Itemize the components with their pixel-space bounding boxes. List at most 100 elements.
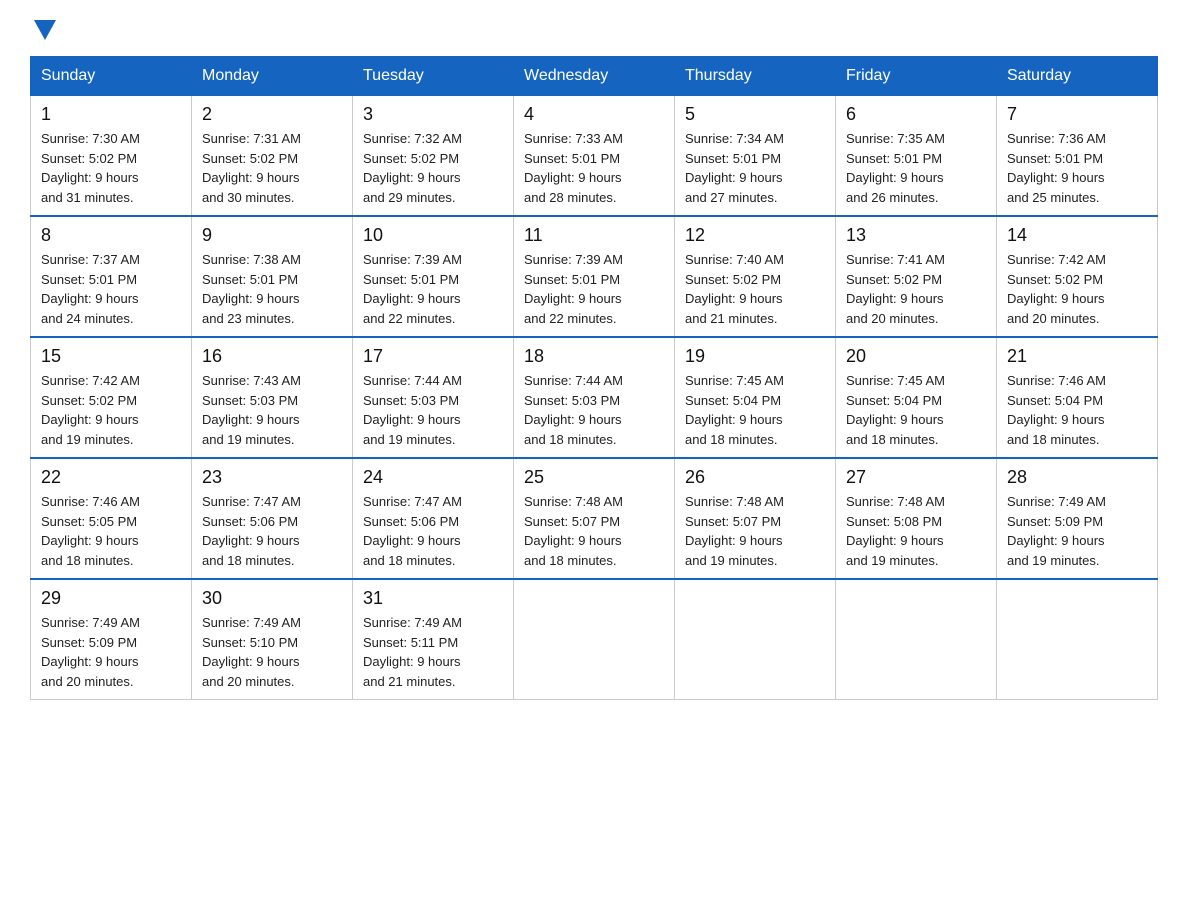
- column-header-saturday: Saturday: [997, 57, 1158, 96]
- calendar-week-row: 22 Sunrise: 7:46 AMSunset: 5:05 PMDayligh…: [31, 458, 1158, 579]
- calendar-cell: 7 Sunrise: 7:36 AMSunset: 5:01 PMDaylight…: [997, 96, 1158, 217]
- day-number: 13: [846, 225, 986, 246]
- day-number: 12: [685, 225, 825, 246]
- day-info: Sunrise: 7:47 AMSunset: 5:06 PMDaylight:…: [363, 492, 503, 570]
- day-number: 25: [524, 467, 664, 488]
- calendar-cell: 13Sunrise: 7:41 AMSunset: 5:02 PMDayligh…: [836, 216, 997, 337]
- calendar-cell: 12 Sunrise: 7:40 AMSunset: 5:02 PMDayligh…: [675, 216, 836, 337]
- day-number: 8: [41, 225, 181, 246]
- calendar-cell: 2Sunrise: 7:31 AMSunset: 5:02 PMDaylight…: [192, 96, 353, 217]
- calendar-cell: [675, 579, 836, 700]
- day-info: Sunrise: 7:30 AMSunset: 5:02 PMDaylight:…: [41, 129, 181, 207]
- day-info: Sunrise: 7:43 AMSunset: 5:03 PMDaylight:…: [202, 371, 342, 449]
- calendar-header-row: SundayMondayTuesdayWednesdayThursdayFrid…: [31, 57, 1158, 96]
- logo: [30, 20, 56, 36]
- day-number: 7: [1007, 104, 1147, 125]
- day-number: 17: [363, 346, 503, 367]
- calendar-cell: 24Sunrise: 7:47 AMSunset: 5:06 PMDayligh…: [353, 458, 514, 579]
- calendar-table: SundayMondayTuesdayWednesdayThursdayFrid…: [30, 56, 1158, 700]
- day-info: Sunrise: 7:46 AMSunset: 5:05 PMDaylight:…: [41, 492, 181, 570]
- day-info: Sunrise: 7:38 AMSunset: 5:01 PMDaylight:…: [202, 250, 342, 328]
- day-info: Sunrise: 7:39 AMSunset: 5:01 PMDaylight:…: [363, 250, 503, 328]
- day-number: 23: [202, 467, 342, 488]
- calendar-cell: 1 Sunrise: 7:30 AMSunset: 5:02 PMDaylight…: [31, 96, 192, 217]
- day-info: Sunrise: 7:44 AMSunset: 5:03 PMDaylight:…: [363, 371, 503, 449]
- calendar-week-row: 15 Sunrise: 7:42 AMSunset: 5:02 PMDayligh…: [31, 337, 1158, 458]
- day-info: Sunrise: 7:32 AMSunset: 5:02 PMDaylight:…: [363, 129, 503, 207]
- day-info: Sunrise: 7:45 AMSunset: 5:04 PMDaylight:…: [846, 371, 986, 449]
- day-number: 1: [41, 104, 181, 125]
- day-number: 30: [202, 588, 342, 609]
- day-number: 4: [524, 104, 664, 125]
- day-number: 20: [846, 346, 986, 367]
- calendar-cell: 22 Sunrise: 7:46 AMSunset: 5:05 PMDayligh…: [31, 458, 192, 579]
- column-header-wednesday: Wednesday: [514, 57, 675, 96]
- calendar-cell: 19 Sunrise: 7:45 AMSunset: 5:04 PMDayligh…: [675, 337, 836, 458]
- day-info: Sunrise: 7:36 AMSunset: 5:01 PMDaylight:…: [1007, 129, 1147, 207]
- day-number: 16: [202, 346, 342, 367]
- day-number: 19: [685, 346, 825, 367]
- day-number: 10: [363, 225, 503, 246]
- day-info: Sunrise: 7:49 AMSunset: 5:09 PMDaylight:…: [1007, 492, 1147, 570]
- day-number: 26: [685, 467, 825, 488]
- calendar-cell: [836, 579, 997, 700]
- calendar-cell: 31Sunrise: 7:49 AMSunset: 5:11 PMDayligh…: [353, 579, 514, 700]
- column-header-thursday: Thursday: [675, 57, 836, 96]
- calendar-cell: 10 Sunrise: 7:39 AMSunset: 5:01 PMDayligh…: [353, 216, 514, 337]
- day-number: 15: [41, 346, 181, 367]
- calendar-cell: 17 Sunrise: 7:44 AMSunset: 5:03 PMDayligh…: [353, 337, 514, 458]
- calendar-cell: 9 Sunrise: 7:38 AMSunset: 5:01 PMDaylight…: [192, 216, 353, 337]
- calendar-cell: 28 Sunrise: 7:49 AMSunset: 5:09 PMDayligh…: [997, 458, 1158, 579]
- calendar-cell: 15 Sunrise: 7:42 AMSunset: 5:02 PMDayligh…: [31, 337, 192, 458]
- column-header-sunday: Sunday: [31, 57, 192, 96]
- column-header-tuesday: Tuesday: [353, 57, 514, 96]
- calendar-cell: 14 Sunrise: 7:42 AMSunset: 5:02 PMDayligh…: [997, 216, 1158, 337]
- logo-arrow-icon: [34, 20, 56, 40]
- day-number: 6: [846, 104, 986, 125]
- calendar-cell: 30 Sunrise: 7:49 AMSunset: 5:10 PMDayligh…: [192, 579, 353, 700]
- calendar-cell: 20 Sunrise: 7:45 AMSunset: 5:04 PMDayligh…: [836, 337, 997, 458]
- calendar-cell: 29 Sunrise: 7:49 AMSunset: 5:09 PMDayligh…: [31, 579, 192, 700]
- calendar-cell: 4 Sunrise: 7:33 AMSunset: 5:01 PMDaylight…: [514, 96, 675, 217]
- day-info: Sunrise: 7:48 AMSunset: 5:07 PMDaylight:…: [685, 492, 825, 570]
- calendar-cell: 3Sunrise: 7:32 AMSunset: 5:02 PMDaylight…: [353, 96, 514, 217]
- calendar-cell: 26 Sunrise: 7:48 AMSunset: 5:07 PMDayligh…: [675, 458, 836, 579]
- day-info: Sunrise: 7:45 AMSunset: 5:04 PMDaylight:…: [685, 371, 825, 449]
- calendar-cell: 8 Sunrise: 7:37 AMSunset: 5:01 PMDaylight…: [31, 216, 192, 337]
- day-number: 18: [524, 346, 664, 367]
- calendar-cell: 25 Sunrise: 7:48 AMSunset: 5:07 PMDayligh…: [514, 458, 675, 579]
- day-info: Sunrise: 7:42 AMSunset: 5:02 PMDaylight:…: [41, 371, 181, 449]
- day-info: Sunrise: 7:49 AMSunset: 5:09 PMDaylight:…: [41, 613, 181, 691]
- day-info: Sunrise: 7:49 AMSunset: 5:10 PMDaylight:…: [202, 613, 342, 691]
- column-header-friday: Friday: [836, 57, 997, 96]
- calendar-week-row: 8 Sunrise: 7:37 AMSunset: 5:01 PMDaylight…: [31, 216, 1158, 337]
- day-info: Sunrise: 7:31 AMSunset: 5:02 PMDaylight:…: [202, 129, 342, 207]
- calendar-cell: 23 Sunrise: 7:47 AMSunset: 5:06 PMDayligh…: [192, 458, 353, 579]
- day-info: Sunrise: 7:37 AMSunset: 5:01 PMDaylight:…: [41, 250, 181, 328]
- calendar-week-row: 29 Sunrise: 7:49 AMSunset: 5:09 PMDayligh…: [31, 579, 1158, 700]
- calendar-week-row: 1 Sunrise: 7:30 AMSunset: 5:02 PMDaylight…: [31, 96, 1158, 217]
- calendar-cell: 5Sunrise: 7:34 AMSunset: 5:01 PMDaylight…: [675, 96, 836, 217]
- day-number: 28: [1007, 467, 1147, 488]
- calendar-cell: 21Sunrise: 7:46 AMSunset: 5:04 PMDayligh…: [997, 337, 1158, 458]
- day-info: Sunrise: 7:47 AMSunset: 5:06 PMDaylight:…: [202, 492, 342, 570]
- calendar-cell: 11 Sunrise: 7:39 AMSunset: 5:01 PMDayligh…: [514, 216, 675, 337]
- day-info: Sunrise: 7:39 AMSunset: 5:01 PMDaylight:…: [524, 250, 664, 328]
- day-number: 11: [524, 225, 664, 246]
- day-info: Sunrise: 7:35 AMSunset: 5:01 PMDaylight:…: [846, 129, 986, 207]
- day-number: 22: [41, 467, 181, 488]
- calendar-cell: 16 Sunrise: 7:43 AMSunset: 5:03 PMDayligh…: [192, 337, 353, 458]
- calendar-cell: 6 Sunrise: 7:35 AMSunset: 5:01 PMDaylight…: [836, 96, 997, 217]
- day-info: Sunrise: 7:42 AMSunset: 5:02 PMDaylight:…: [1007, 250, 1147, 328]
- day-info: Sunrise: 7:33 AMSunset: 5:01 PMDaylight:…: [524, 129, 664, 207]
- calendar-cell: 27Sunrise: 7:48 AMSunset: 5:08 PMDayligh…: [836, 458, 997, 579]
- day-info: Sunrise: 7:48 AMSunset: 5:07 PMDaylight:…: [524, 492, 664, 570]
- day-info: Sunrise: 7:40 AMSunset: 5:02 PMDaylight:…: [685, 250, 825, 328]
- day-info: Sunrise: 7:49 AMSunset: 5:11 PMDaylight:…: [363, 613, 503, 691]
- day-number: 14: [1007, 225, 1147, 246]
- day-info: Sunrise: 7:48 AMSunset: 5:08 PMDaylight:…: [846, 492, 986, 570]
- page-header: [30, 20, 1158, 36]
- column-header-monday: Monday: [192, 57, 353, 96]
- day-number: 9: [202, 225, 342, 246]
- day-number: 29: [41, 588, 181, 609]
